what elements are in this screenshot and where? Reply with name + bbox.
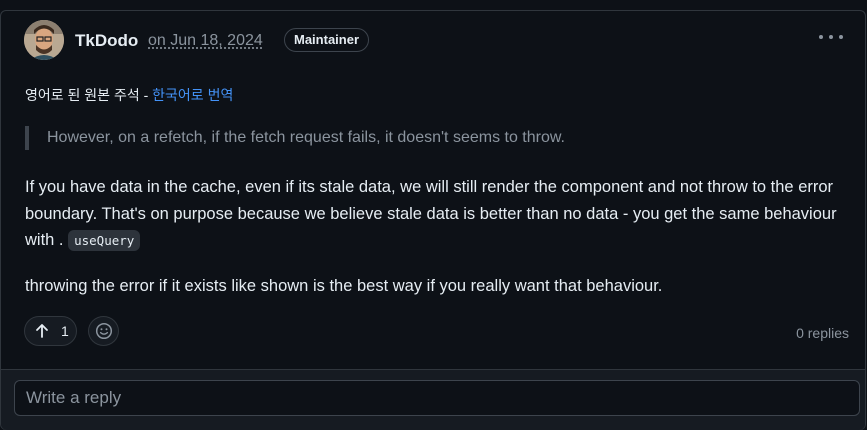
upvote-button[interactable]: 1 <box>24 316 77 346</box>
translation-note: 영어로 된 원본 주석 - 한국어로 번역 <box>25 85 233 105</box>
smiley-icon <box>95 322 112 340</box>
discussion-comment-card: TkDodo on Jun 18, 2024 Maintainer 영어로 된 … <box>0 10 866 430</box>
reply-input[interactable] <box>14 380 860 416</box>
translation-note-text: 영어로 된 원본 주석 - <box>25 87 153 103</box>
maintainer-badge: Maintainer <box>284 28 370 52</box>
reply-footer <box>1 369 865 430</box>
translate-link[interactable]: 한국어로 번역 <box>152 87 233 103</box>
avatar[interactable] <box>24 20 64 60</box>
kebab-horizontal-icon[interactable] <box>819 29 843 45</box>
blockquote: However, on a refetch, if the fetch requ… <box>25 126 565 150</box>
replies-count: 0 replies <box>796 325 849 341</box>
comment-header: TkDodo on Jun 18, 2024 Maintainer <box>24 20 865 64</box>
paragraph-1-text: If you have data in the cache, even if i… <box>25 178 837 249</box>
arrow-up-icon <box>36 324 48 338</box>
upvote-count: 1 <box>61 323 69 339</box>
avatar-image <box>24 20 64 60</box>
add-reaction-button[interactable] <box>88 316 119 346</box>
inline-code: useQuery <box>68 230 141 251</box>
comment-paragraph-1: If you have data in the cache, even if i… <box>25 174 855 255</box>
author-name[interactable]: TkDodo <box>75 31 138 51</box>
comment-paragraph-2: throwing the error if it exists like sho… <box>25 277 663 295</box>
comment-date[interactable]: on Jun 18, 2024 <box>148 32 263 50</box>
